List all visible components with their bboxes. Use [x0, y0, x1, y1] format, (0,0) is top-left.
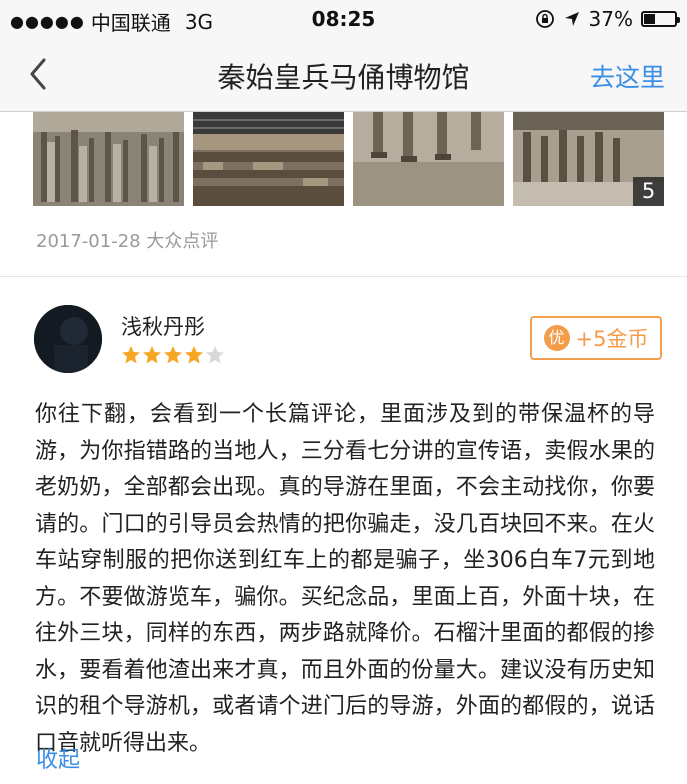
terracotta-photo-3: [353, 112, 504, 206]
review-user-name[interactable]: 浅秋丹彤: [121, 311, 205, 341]
photo-count-badge: 5: [633, 177, 664, 206]
battery-percent: 37%: [588, 7, 633, 31]
photo-thumbnail-4[interactable]: 5: [513, 112, 664, 206]
user-avatar[interactable]: [34, 305, 102, 373]
photo-gallery: 5: [33, 112, 664, 206]
photo-thumbnail-1[interactable]: [33, 112, 184, 206]
star-filled-icon: [164, 346, 182, 364]
page-title: 秦始皇兵马俑博物馆: [217, 61, 470, 94]
go-here-button[interactable]: 去这里: [590, 58, 665, 94]
section-divider: [0, 276, 687, 277]
collapse-link[interactable]: 收起: [36, 742, 80, 774]
photo-thumbnail-2[interactable]: [193, 112, 344, 206]
star-filled-icon: [185, 346, 203, 364]
battery-fill: [644, 14, 655, 24]
photo-thumbnail-3[interactable]: [353, 112, 504, 206]
review-text: 你往下翻，会看到一个长篇评论，里面涉及到的带保温杯的导游，为你指错路的当地人，三…: [35, 402, 655, 756]
star-filled-icon: [143, 346, 161, 364]
location-arrow-icon: [564, 12, 579, 26]
battery-icon: [641, 11, 680, 27]
terracotta-photo-1: [33, 112, 184, 206]
star-filled-icon: [122, 346, 140, 364]
battery-nub: [677, 17, 680, 23]
orientation-lock-icon: [535, 10, 554, 28]
status-bar: ●●●●● 中国联通 3G 08:25 37%: [0, 0, 687, 36]
coin-reward-badge: 优 +5金币: [530, 316, 662, 360]
status-bar-right: 37%: [535, 7, 680, 31]
star-rating: [121, 345, 225, 365]
premium-coin-icon: 优: [543, 325, 570, 351]
review-date-source: 2017-01-28 大众点评: [36, 231, 219, 252]
star-empty-icon: [206, 346, 224, 364]
terracotta-photo-2: [193, 112, 344, 206]
avatar-image: [34, 305, 102, 373]
coin-reward-text: +5金币: [575, 327, 649, 351]
navigation-bar: 秦始皇兵马俑博物馆 去这里: [0, 36, 687, 112]
